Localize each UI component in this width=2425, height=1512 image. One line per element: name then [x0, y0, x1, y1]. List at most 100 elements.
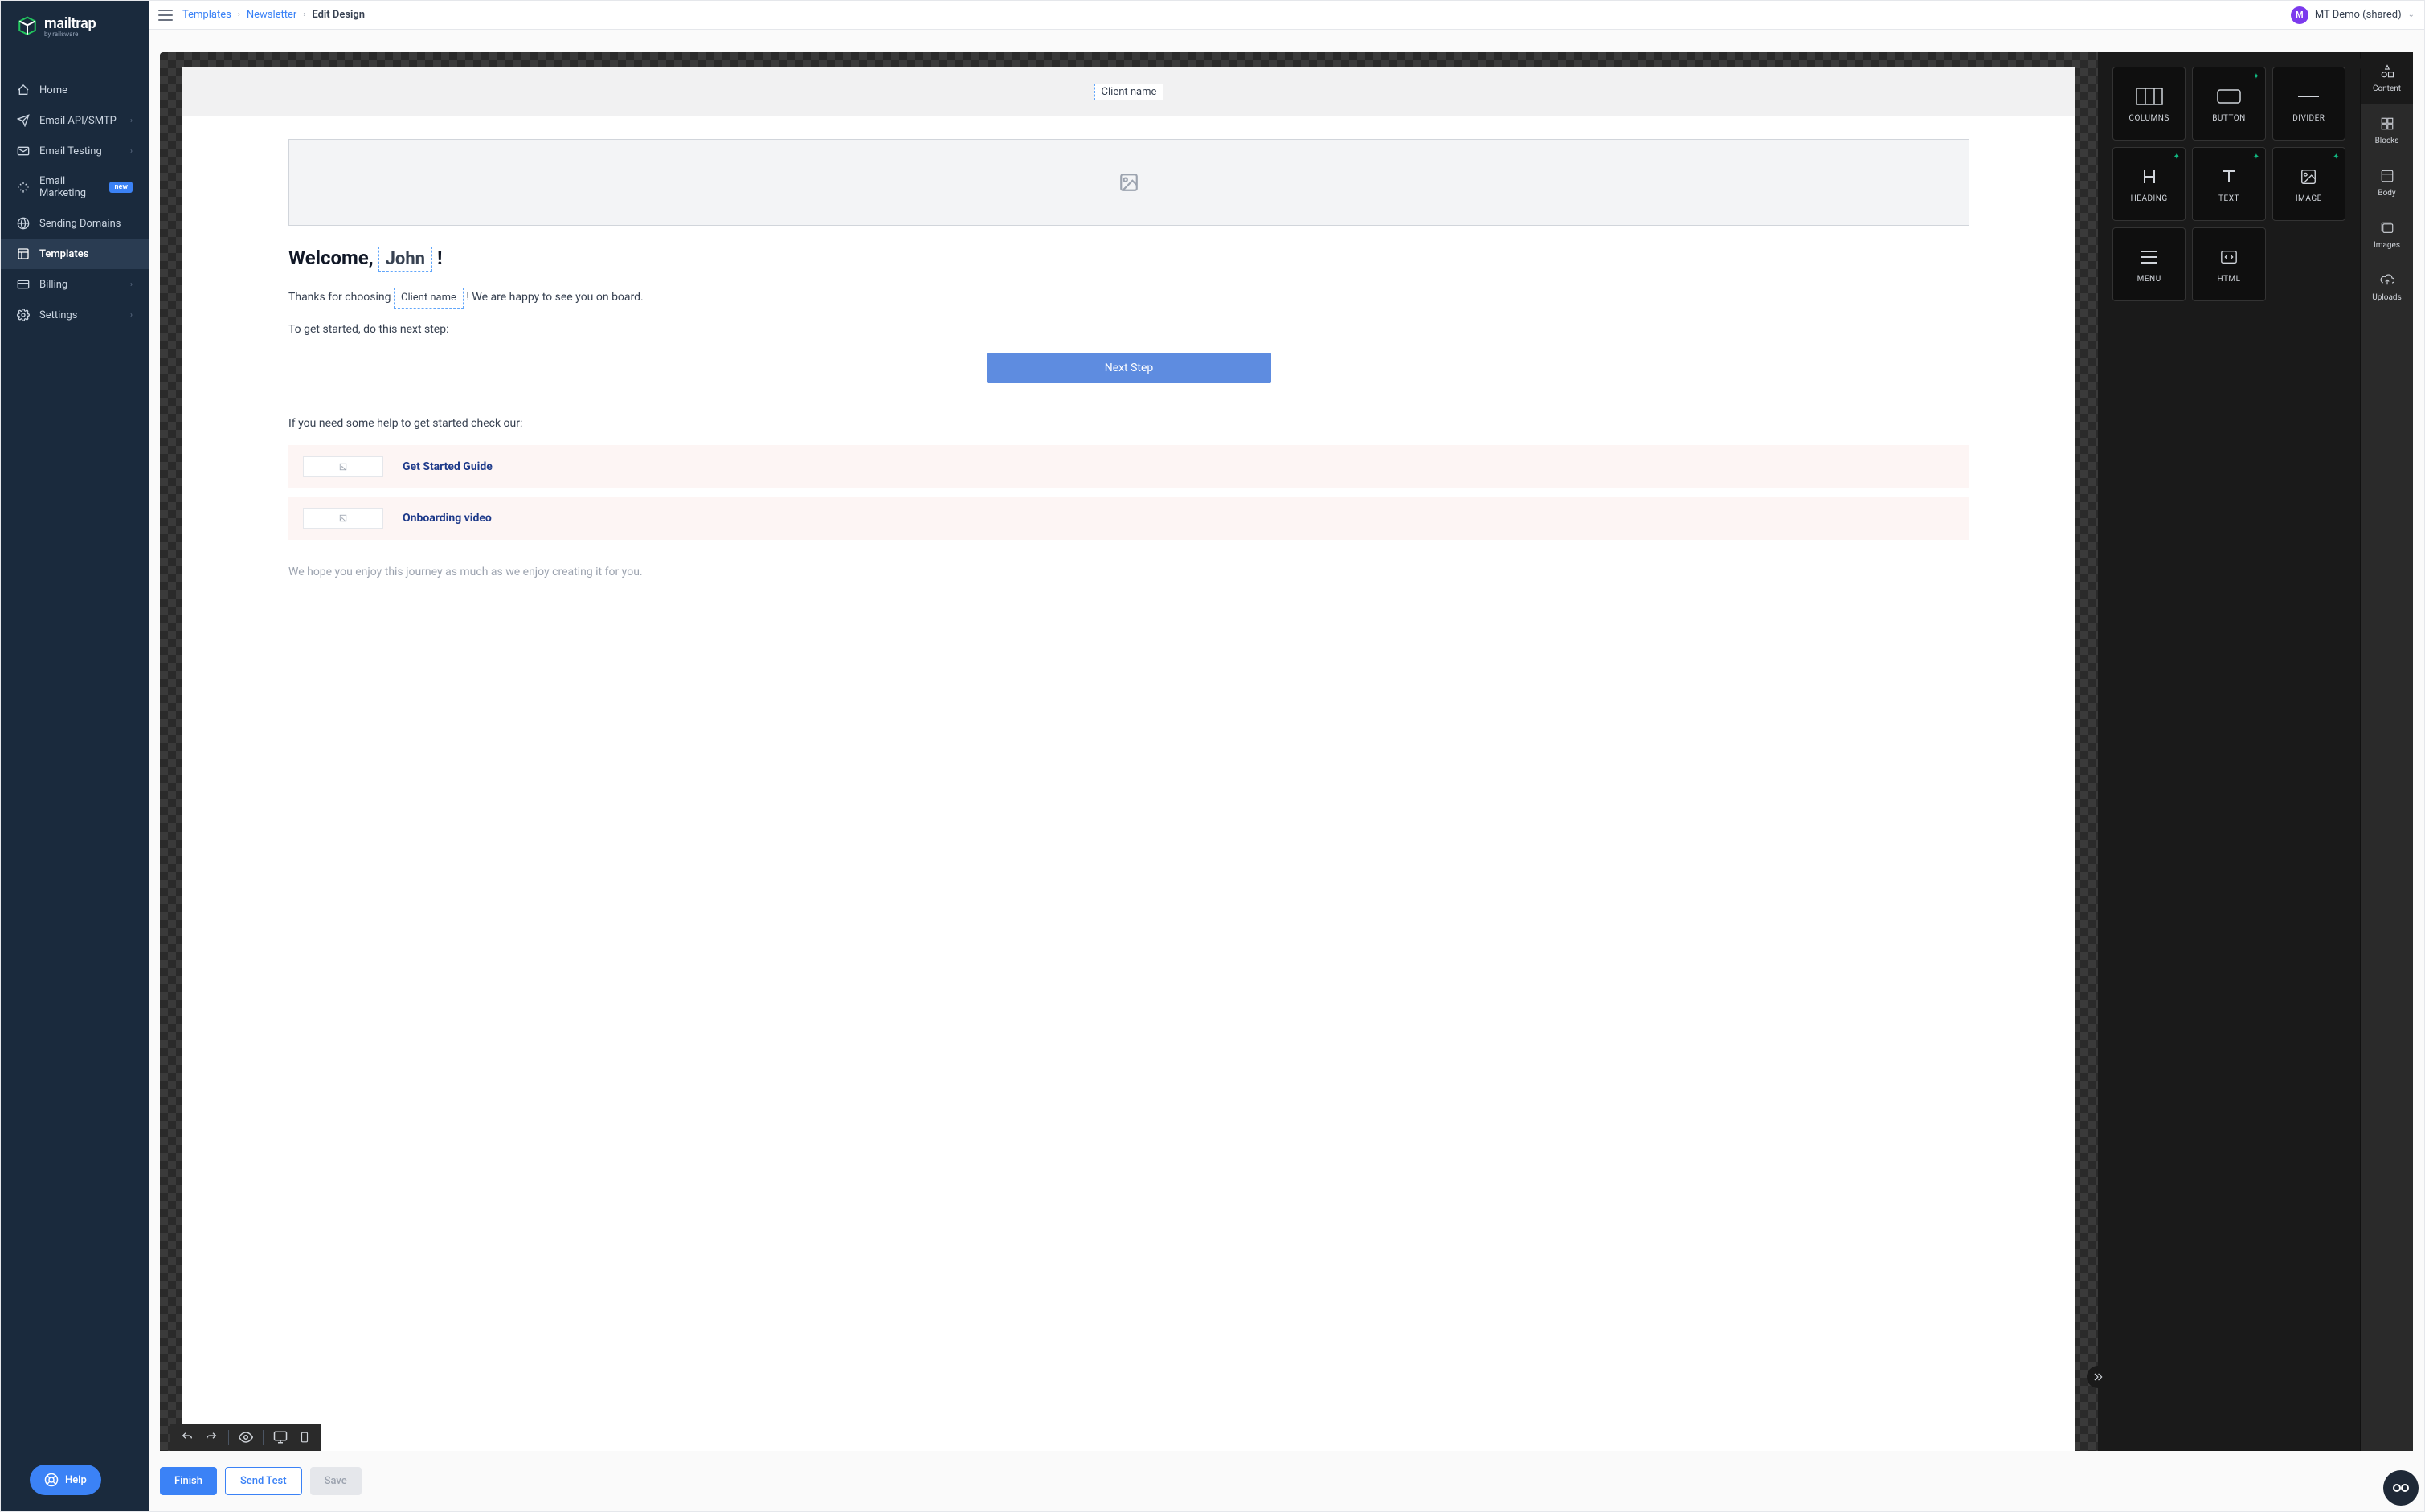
widget-columns[interactable]: COLUMNS: [2112, 67, 2186, 141]
ai-sparkle-icon: ✦: [2253, 72, 2260, 81]
widget-fab-button[interactable]: [2383, 1470, 2419, 1506]
upload-icon: [2379, 272, 2395, 288]
sidebar-item-marketing[interactable]: Email Marketing new: [1, 166, 149, 208]
canvas-background: Client name Welcome, John !: [160, 52, 2098, 1451]
globe-icon: [17, 217, 30, 230]
sidebar-item-settings[interactable]: Settings ›: [1, 300, 149, 330]
sidebar-item-label: Sending Domains: [39, 218, 121, 230]
email-canvas[interactable]: Client name Welcome, John !: [182, 67, 2075, 1451]
sidebar-item-api[interactable]: Email API/SMTP ›: [1, 105, 149, 136]
widget-menu[interactable]: MENU: [2112, 227, 2186, 301]
widget-button[interactable]: ✦ BUTTON: [2192, 67, 2265, 141]
chevron-right-icon: ›: [130, 311, 133, 320]
image-placeholder[interactable]: [288, 139, 1969, 226]
merge-client-name-2[interactable]: Client name: [394, 288, 464, 309]
sidebar-item-label: Email Testing: [39, 145, 102, 157]
sidebar-item-label: Email Marketing: [39, 175, 100, 199]
resource-row[interactable]: Onboarding video: [288, 497, 1969, 540]
footer-actions: Finish Send Test Save: [149, 1451, 2424, 1511]
mail-check-icon: [17, 145, 30, 157]
resource-row[interactable]: Get Started Guide: [288, 445, 1969, 488]
finish-button[interactable]: Finish: [160, 1467, 217, 1495]
menu-icon: [2135, 246, 2164, 268]
card-icon: [17, 278, 30, 291]
sidebar-item-home[interactable]: Home: [1, 75, 149, 105]
collapse-panel-button[interactable]: [2087, 1366, 2109, 1388]
chevron-down-icon: ⌄: [2408, 10, 2415, 19]
divider-icon: [2294, 85, 2323, 108]
content-panel: COLUMNS ✦ BUTTON DIVIDER ✦: [2098, 52, 2413, 1451]
sidebar: mailtrap by railsware Home Email API/SMT…: [1, 1, 149, 1511]
new-badge: new: [109, 182, 133, 193]
avatar: M: [2291, 6, 2308, 24]
resource-title: Onboarding video: [403, 512, 492, 525]
tab-images[interactable]: Images: [2361, 209, 2413, 261]
email-header-block[interactable]: Client name: [182, 67, 2075, 116]
breadcrumb-current: Edit Design: [312, 9, 365, 21]
heading-icon: [2135, 166, 2164, 188]
breadcrumb-newsletter[interactable]: Newsletter: [247, 9, 297, 21]
logo[interactable]: mailtrap by railsware: [1, 1, 149, 52]
desktop-view-button[interactable]: [273, 1430, 288, 1445]
widget-heading[interactable]: ✦ HEADING: [2112, 147, 2186, 221]
redo-button[interactable]: [204, 1430, 219, 1445]
topbar: Templates › Newsletter › Edit Design M M…: [149, 1, 2424, 30]
shapes-icon: [2379, 63, 2395, 80]
layout-icon: [2379, 168, 2395, 184]
widget-image[interactable]: ✦ IMAGE: [2272, 147, 2345, 221]
sidebar-item-testing[interactable]: Email Testing ›: [1, 136, 149, 166]
thanks-paragraph[interactable]: Thanks for choosing Client name ! We are…: [288, 288, 1969, 309]
widget-html[interactable]: HTML: [2192, 227, 2265, 301]
save-button[interactable]: Save: [310, 1467, 362, 1495]
sidebar-item-label: Settings: [39, 309, 77, 321]
send-test-button[interactable]: Send Test: [225, 1467, 302, 1495]
image-icon: [1116, 172, 1142, 193]
preview-button[interactable]: [239, 1430, 253, 1445]
sidebar-item-label: Home: [39, 84, 67, 96]
tab-blocks[interactable]: Blocks: [2361, 104, 2413, 157]
chevron-right-icon: ›: [130, 280, 133, 289]
ai-sparkle-icon: ✦: [2333, 153, 2340, 161]
mobile-view-button[interactable]: [297, 1430, 312, 1445]
tab-uploads[interactable]: Uploads: [2361, 261, 2413, 313]
help-button[interactable]: Help: [30, 1465, 101, 1495]
cta-button[interactable]: Next Step: [987, 353, 1271, 383]
sparkle-icon: [17, 181, 30, 194]
resource-image-placeholder: [303, 508, 383, 529]
ai-sparkle-icon: ✦: [2173, 153, 2180, 161]
resource-image-placeholder: [303, 456, 383, 477]
getstarted-paragraph[interactable]: To get started, do this next step:: [288, 321, 1969, 338]
text-icon: [2214, 166, 2243, 188]
chevron-right-icon: ›: [130, 116, 133, 125]
template-icon: [17, 247, 30, 260]
chevron-right-icon: ›: [130, 147, 133, 156]
sidebar-item-label: Templates: [39, 248, 88, 260]
merge-firstname[interactable]: John: [378, 247, 432, 272]
send-icon: [17, 114, 30, 127]
sidebar-item-billing[interactable]: Billing ›: [1, 269, 149, 300]
button-icon: [2214, 85, 2243, 108]
code-icon: [2214, 246, 2243, 268]
sidebar-item-label: Email API/SMTP: [39, 115, 117, 127]
undo-button[interactable]: [180, 1430, 194, 1445]
canvas-toolbar: [170, 1424, 321, 1451]
widget-text[interactable]: ✦ TEXT: [2192, 147, 2265, 221]
tab-content[interactable]: Content: [2361, 52, 2413, 104]
menu-toggle-icon[interactable]: [158, 10, 173, 21]
gallery-icon: [2379, 220, 2395, 236]
sidebar-item-templates[interactable]: Templates: [1, 239, 149, 269]
breadcrumb-templates[interactable]: Templates: [182, 9, 231, 21]
breadcrumb: Templates › Newsletter › Edit Design: [182, 9, 365, 21]
welcome-heading[interactable]: Welcome, John !: [288, 247, 1969, 272]
mailtrap-logo-icon: [17, 16, 38, 37]
sidebar-item-label: Billing: [39, 279, 67, 291]
helpline-paragraph[interactable]: If you need some help to get started che…: [288, 415, 1969, 432]
sidebar-item-domains[interactable]: Sending Domains: [1, 208, 149, 239]
email-footer-text[interactable]: We hope you enjoy this journey as much a…: [288, 564, 1969, 581]
tab-body[interactable]: Body: [2361, 157, 2413, 209]
merge-client-name[interactable]: Client name: [1094, 84, 1164, 100]
user-menu[interactable]: M MT Demo (shared) ⌄: [2291, 6, 2415, 24]
lifebuoy-icon: [44, 1473, 59, 1487]
image-icon: [2294, 166, 2323, 188]
widget-divider[interactable]: DIVIDER: [2272, 67, 2345, 141]
